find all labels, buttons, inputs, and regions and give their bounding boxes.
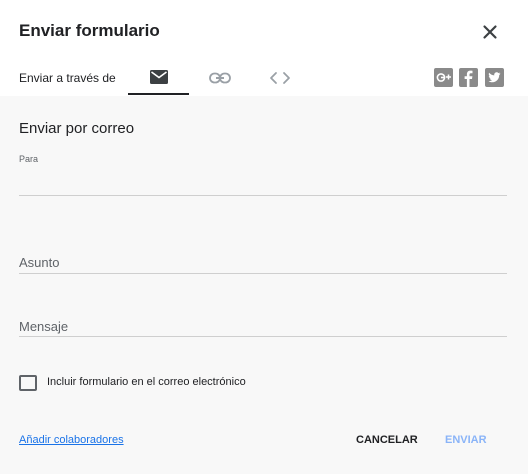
close-button[interactable] xyxy=(478,20,502,44)
message-field[interactable]: Mensaje xyxy=(19,319,68,334)
email-form-panel: Enviar por correo Para Asunto Mensaje In… xyxy=(0,96,528,474)
subject-field[interactable]: Asunto xyxy=(19,255,59,270)
section-title: Enviar por correo xyxy=(19,120,135,137)
to-field-label: Para xyxy=(19,154,39,164)
share-facebook-button[interactable] xyxy=(459,68,478,87)
link-icon xyxy=(208,72,231,83)
message-field-underline xyxy=(19,336,507,337)
subject-field-underline xyxy=(19,273,507,274)
add-collaborators-link[interactable]: Añadir colaboradores xyxy=(19,434,124,446)
include-form-label: Incluir formulario en el correo electrón… xyxy=(47,376,246,388)
send-via-label: Enviar a través de xyxy=(19,71,116,85)
facebook-icon xyxy=(459,68,478,87)
tab-embed[interactable] xyxy=(249,60,310,95)
close-icon xyxy=(483,25,497,39)
to-field[interactable] xyxy=(19,168,507,194)
include-form-checkbox[interactable] xyxy=(19,375,37,391)
code-icon xyxy=(269,71,290,84)
tab-email[interactable] xyxy=(128,60,189,95)
dialog-title: Enviar formulario xyxy=(19,21,160,40)
to-field-underline xyxy=(19,195,507,196)
tab-link[interactable] xyxy=(189,60,250,95)
cancel-button[interactable]: CANCELAR xyxy=(356,434,418,446)
twitter-icon xyxy=(485,68,504,87)
share-google-plus-button[interactable] xyxy=(434,68,453,87)
send-button[interactable]: ENVIAR xyxy=(445,434,487,446)
mail-icon xyxy=(149,69,168,84)
share-twitter-button[interactable] xyxy=(485,68,504,87)
google-plus-icon xyxy=(434,68,453,87)
dialog-header: Enviar formulario Enviar a través de xyxy=(0,0,528,96)
